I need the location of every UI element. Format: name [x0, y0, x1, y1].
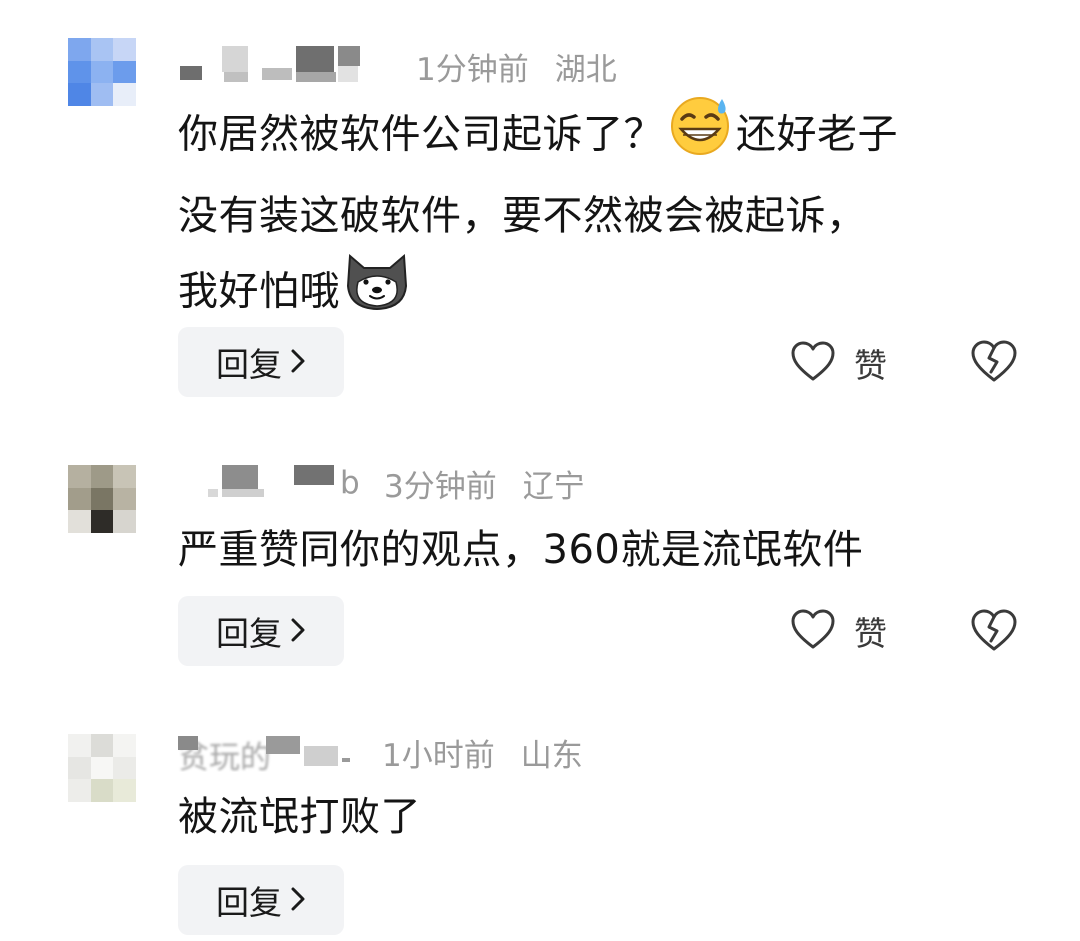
avatar-pixel [113, 60, 136, 84]
avatar-pixel [68, 487, 91, 511]
avatar-pixel [90, 734, 114, 757]
chevron-right-icon [290, 343, 306, 382]
avatar-pixel [90, 779, 114, 802]
avatar-pixel [113, 779, 136, 802]
reply-label: 回复 [216, 345, 282, 384]
reply-label: 回复 [216, 614, 282, 653]
avatar-pixel [68, 510, 91, 533]
comment-text-part: 还好老子 [736, 111, 898, 158]
comment-text: 你居然被软件公司起诉了？ 还好老子 没有装这破软件，要不然被会被起诉， 我好怕哦 [178, 93, 1038, 335]
reply-label: 回复 [216, 883, 282, 922]
avatar-pixel [90, 83, 114, 106]
heart-icon [790, 608, 836, 654]
comment-meta: b 3分钟前 辽宁 [178, 463, 585, 505]
avatar-pixel [113, 756, 136, 780]
reply-button[interactable]: 回复 [178, 327, 344, 397]
like-button[interactable]: 赞 [790, 601, 887, 661]
comment-meta: 1分钟前 湖北 [178, 46, 617, 88]
dislike-button[interactable] [970, 338, 1018, 386]
avatar-pixel [90, 465, 114, 488]
avatar-pixel [113, 510, 136, 533]
username-blurred[interactable]: 贫玩的 [178, 732, 358, 772]
avatar[interactable] [68, 465, 136, 533]
avatar-pixel [68, 38, 91, 61]
like-label: 赞 [854, 614, 887, 653]
avatar-pixel [90, 756, 114, 780]
avatar-pixel [68, 465, 91, 488]
avatar[interactable] [68, 734, 136, 802]
broken-heart-icon [970, 609, 1018, 657]
avatar-pixel [90, 60, 114, 84]
avatar-pixel [68, 83, 91, 106]
comment-location: 辽宁 [522, 468, 585, 505]
avatar-pixel [113, 83, 136, 106]
comment-text-part: 你居然被软件公司起诉了？ [178, 111, 664, 158]
heart-icon [790, 340, 836, 386]
broken-heart-icon [970, 340, 1018, 388]
comment-time: 1分钟前 [416, 51, 529, 88]
dislike-button[interactable] [970, 607, 1018, 655]
like-label: 赞 [854, 346, 887, 385]
comment-location: 湖北 [554, 51, 617, 88]
comment-text: 被流氓打败了 [178, 794, 421, 840]
avatar-pixel [113, 487, 136, 511]
avatar-pixel [113, 465, 136, 488]
avatar-pixel [113, 734, 136, 757]
reply-button[interactable]: 回复 [178, 596, 344, 666]
comment-location: 山东 [520, 737, 583, 774]
reply-button[interactable]: 回复 [178, 865, 344, 935]
comment-text-part: 我好怕哦 [178, 268, 340, 315]
avatar-pixel [113, 38, 136, 61]
comment-text-part: 没有装这破软件，要不然被会被起诉， [178, 193, 867, 239]
like-button[interactable]: 赞 [790, 333, 887, 393]
username-blurred[interactable]: b [178, 463, 360, 503]
username-suffix: b [340, 465, 360, 501]
username-blurred[interactable] [178, 46, 388, 86]
chevron-right-icon [290, 612, 306, 651]
avatar-pixel [90, 510, 114, 533]
comment-meta: 贫玩的 1小时前 山东 [178, 732, 583, 774]
comment-text: 严重赞同你的观点，360就是流氓软件 [178, 527, 864, 573]
comment-time: 1小时前 [382, 737, 495, 774]
comment-time: 3分钟前 [384, 468, 497, 505]
avatar[interactable] [68, 38, 136, 106]
avatar-pixel [68, 734, 91, 757]
avatar-pixel [68, 756, 91, 780]
dog-face-emoji-icon [344, 252, 410, 335]
avatar-pixel [90, 487, 114, 511]
grinning-sweat-emoji-icon [668, 93, 732, 180]
chevron-right-icon [290, 881, 306, 920]
avatar-pixel [68, 60, 91, 84]
avatar-pixel [90, 38, 114, 61]
avatar-pixel [68, 779, 91, 802]
